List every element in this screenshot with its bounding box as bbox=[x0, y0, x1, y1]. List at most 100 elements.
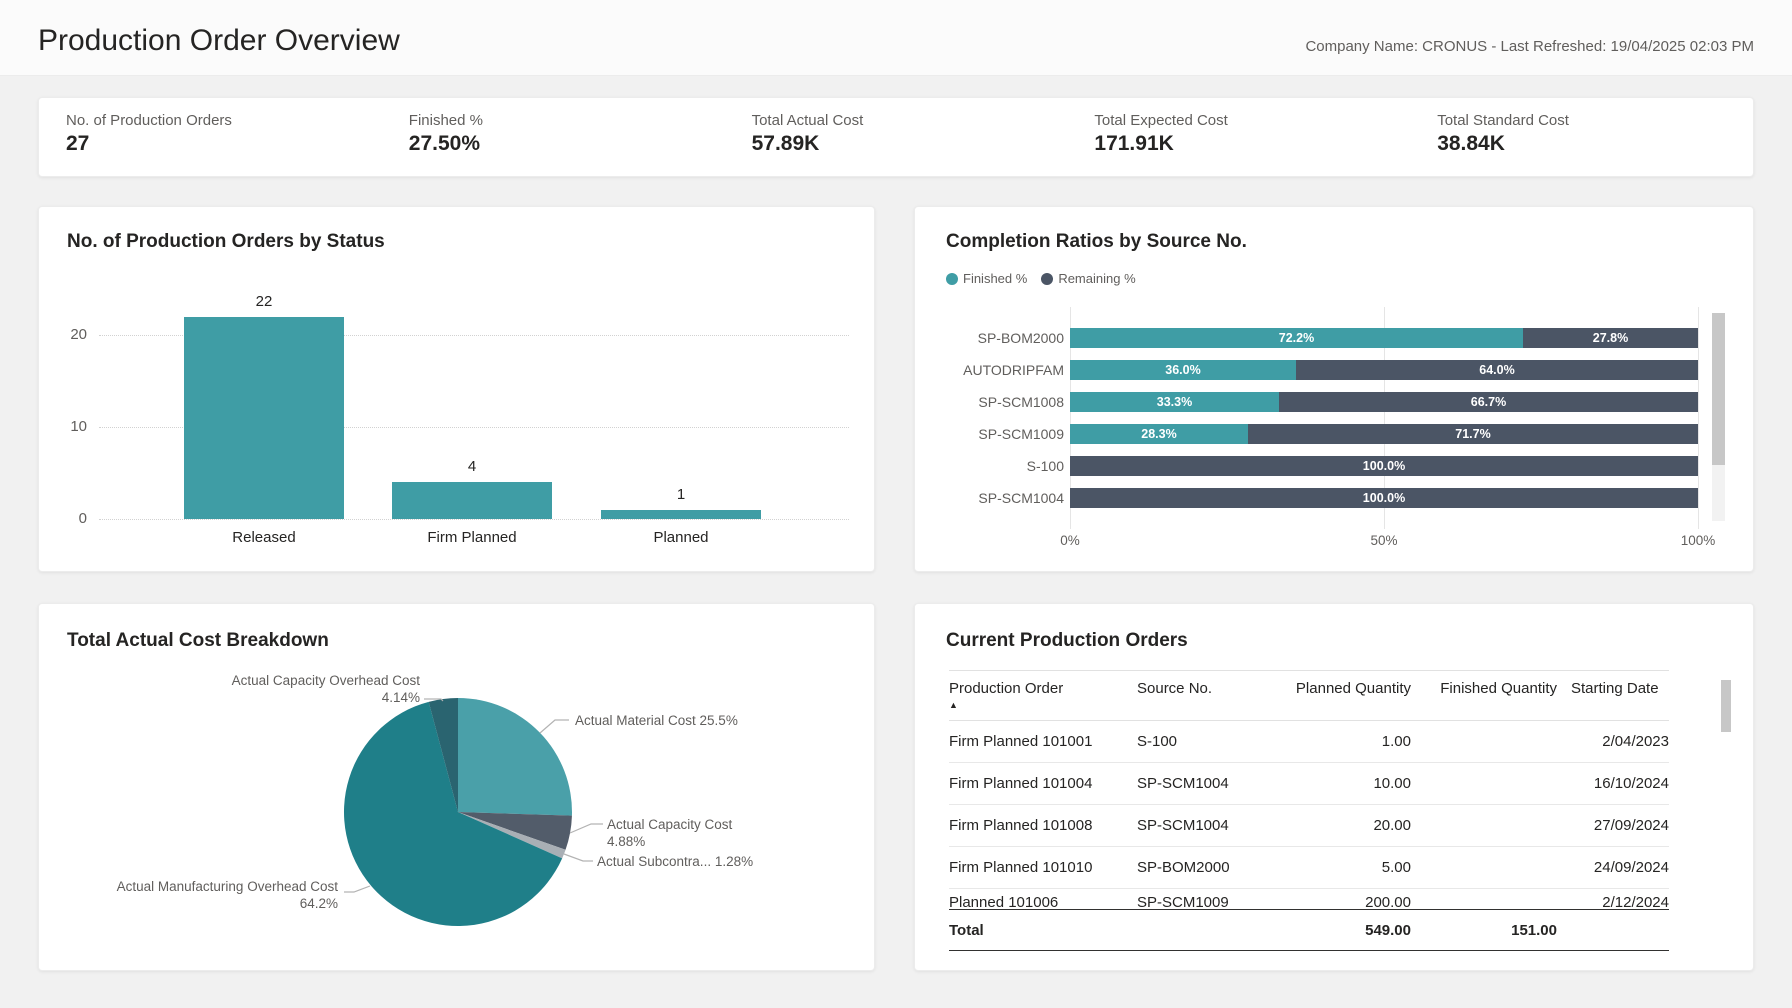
pie-slice-1[interactable] bbox=[458, 698, 572, 816]
clipped-table-row-container: Planned 101006SP-SCM1009200.002/12/2024 bbox=[949, 889, 1669, 909]
pie-slice-label-line: Actual Subcontra... 1.28% bbox=[597, 853, 753, 870]
table-cell: 10.00 bbox=[1257, 775, 1411, 792]
kpi-label: Total Standard Cost bbox=[1437, 112, 1753, 129]
kpi-item: Total Actual Cost57.89K bbox=[725, 98, 1068, 176]
legend-label: Finished % bbox=[963, 271, 1027, 286]
kpi-item: Finished %27.50% bbox=[382, 98, 725, 176]
orders-table: Production Order ▲Source No.Planned Quant… bbox=[949, 670, 1669, 951]
table-header-row: Production Order ▲Source No.Planned Quant… bbox=[949, 670, 1669, 721]
bar-segment-label: 100.0% bbox=[1363, 491, 1405, 505]
table-cell: SP-SCM1009 bbox=[1137, 894, 1257, 909]
stacked-bar-sp-scm1004[interactable]: 100.0% bbox=[1070, 488, 1698, 508]
kpi-value: 57.89K bbox=[752, 132, 1068, 156]
pie-slice-label: Actual Capacity Overhead Cost4.14% bbox=[180, 672, 420, 706]
stacked-bar-autodripfam[interactable]: 36.0% 64.0% bbox=[1070, 360, 1698, 380]
scrollbar-thumb[interactable] bbox=[1721, 680, 1731, 732]
pie-slice-label: Actual Capacity Cost4.88% bbox=[607, 816, 732, 850]
bar-segment-label: 66.7% bbox=[1471, 395, 1506, 409]
category-label: AUTODRIPFAM bbox=[924, 362, 1064, 378]
category-label: SP-SCM1009 bbox=[924, 426, 1064, 442]
bar-planned[interactable] bbox=[601, 510, 761, 519]
category-label: SP-SCM1008 bbox=[924, 394, 1064, 410]
legend-item[interactable]: Finished % bbox=[946, 271, 1027, 286]
table-row[interactable]: Planned 101006SP-SCM1009200.002/12/2024 bbox=[949, 889, 1669, 909]
y-axis-label: 10 bbox=[39, 418, 87, 435]
legend-item[interactable]: Remaining % bbox=[1041, 271, 1135, 286]
bar-released[interactable] bbox=[184, 317, 344, 519]
legend-label: Remaining % bbox=[1058, 271, 1135, 286]
table-row[interactable]: Firm Planned 101001S-1001.002/04/2023 bbox=[949, 721, 1669, 763]
bar-segment[interactable]: 72.2% bbox=[1070, 328, 1523, 348]
bar-value-label: 22 bbox=[184, 293, 344, 310]
stacked-bar-sp-bom2000[interactable]: 72.2%27.8% bbox=[1070, 328, 1698, 348]
bar-segment[interactable]: 100.0% bbox=[1070, 488, 1698, 508]
table-cell: SP-SCM1004 bbox=[1137, 775, 1257, 792]
pie-slice-label: Actual Subcontra... 1.28% bbox=[597, 853, 753, 870]
kpi-value: 171.91K bbox=[1094, 132, 1410, 156]
table-row[interactable]: Firm Planned 101004SP-SCM100410.0016/10/… bbox=[949, 763, 1669, 805]
table-row[interactable]: Firm Planned 101008SP-SCM100420.0027/09/… bbox=[949, 805, 1669, 847]
column-header-0[interactable]: Production Order ▲ bbox=[949, 680, 1137, 720]
kpi-value: 27.50% bbox=[409, 132, 725, 156]
pie-slice-label-line: Actual Material Cost 25.5% bbox=[575, 712, 738, 729]
bar-segment[interactable]: 27.8% bbox=[1523, 328, 1698, 348]
kpi-value: 38.84K bbox=[1437, 132, 1753, 156]
bar-segment-label: 64.0% bbox=[1479, 363, 1514, 377]
bar-value-label: 4 bbox=[392, 458, 552, 475]
total-cell: 549.00 bbox=[1257, 922, 1411, 939]
table-cell: 16/10/2024 bbox=[1557, 775, 1669, 792]
bar-segment[interactable]: 71.7% bbox=[1248, 424, 1698, 444]
sort-ascending-icon: ▲ bbox=[949, 700, 1137, 710]
scrollbar-thumb[interactable] bbox=[1712, 313, 1725, 465]
gridline bbox=[99, 519, 849, 520]
column-header-label: Finished Quantity bbox=[1411, 680, 1557, 697]
column-header-4[interactable]: Starting Date bbox=[1557, 680, 1669, 720]
bar-segment[interactable]: 66.7% bbox=[1279, 392, 1698, 412]
status-bar-chart-card: No. of Production Orders by Status 01020… bbox=[38, 206, 875, 572]
company-refresh-info: Company Name: CRONUS - Last Refreshed: 1… bbox=[1305, 38, 1754, 55]
column-header-1[interactable]: Source No. bbox=[1137, 680, 1257, 720]
kpi-value: 27 bbox=[66, 132, 382, 156]
column-header-label: Planned Quantity bbox=[1257, 680, 1411, 697]
pie-slice-label-line: 4.14% bbox=[180, 689, 420, 706]
pie-slice-label: Actual Material Cost 25.5% bbox=[575, 712, 738, 729]
table-cell: Firm Planned 101010 bbox=[949, 859, 1137, 876]
table-cell: 27/09/2024 bbox=[1557, 817, 1669, 834]
table-cell: S-100 bbox=[1137, 733, 1257, 750]
completion-chart-title: Completion Ratios by Source No. bbox=[946, 231, 1247, 253]
total-cell: Total bbox=[949, 922, 1137, 939]
orders-table-card: Current Production Orders Production Ord… bbox=[914, 603, 1754, 971]
column-header-3[interactable]: Finished Quantity bbox=[1411, 680, 1557, 720]
pie-leader-line bbox=[540, 720, 569, 733]
table-cell: SP-SCM1004 bbox=[1137, 817, 1257, 834]
column-header-2[interactable]: Planned Quantity bbox=[1257, 680, 1411, 720]
table-row[interactable]: Firm Planned 101010SP-BOM20005.0024/09/2… bbox=[949, 847, 1669, 889]
stacked-bar-sp-scm1009[interactable]: 28.3%71.7% bbox=[1070, 424, 1698, 444]
bar-segment[interactable]: 33.3% bbox=[1070, 392, 1279, 412]
column-header-label: Production Order bbox=[949, 680, 1137, 697]
legend: Finished % Remaining % bbox=[946, 271, 1150, 286]
pie-leader-line bbox=[344, 886, 370, 892]
legend-dot-icon bbox=[1041, 273, 1053, 285]
bar-firm-planned[interactable] bbox=[392, 482, 552, 519]
kpi-label: Total Expected Cost bbox=[1094, 112, 1410, 129]
bar-segment-label: 36.0% bbox=[1165, 363, 1200, 377]
category-label: S-100 bbox=[924, 458, 1064, 474]
y-axis-label: 0 bbox=[39, 510, 87, 527]
stacked-bar-s-100[interactable]: 100.0% bbox=[1070, 456, 1698, 476]
kpi-card: No. of Production Orders 27Finished %27.5… bbox=[38, 97, 1754, 177]
kpi-label: No. of Production Orders bbox=[66, 112, 382, 129]
bar-segment[interactable]: 36.0% bbox=[1070, 360, 1296, 380]
column-header-label: Source No. bbox=[1137, 680, 1257, 697]
table-cell: 1.00 bbox=[1257, 733, 1411, 750]
x-axis-label: Released bbox=[184, 529, 344, 546]
pie-slice-label-line: Actual Capacity Cost bbox=[607, 816, 732, 833]
pie-chart-title: Total Actual Cost Breakdown bbox=[67, 630, 329, 652]
pie-slice-label-line: Actual Manufacturing Overhead Cost bbox=[99, 878, 338, 895]
table-cell: Planned 101006 bbox=[949, 894, 1137, 909]
bar-segment[interactable]: 100.0% bbox=[1070, 456, 1698, 476]
y-axis-label: 20 bbox=[39, 326, 87, 343]
stacked-bar-sp-scm1008[interactable]: 33.3% 66.7% bbox=[1070, 392, 1698, 412]
bar-segment[interactable]: 64.0% bbox=[1296, 360, 1698, 380]
bar-segment[interactable]: 28.3% bbox=[1070, 424, 1248, 444]
